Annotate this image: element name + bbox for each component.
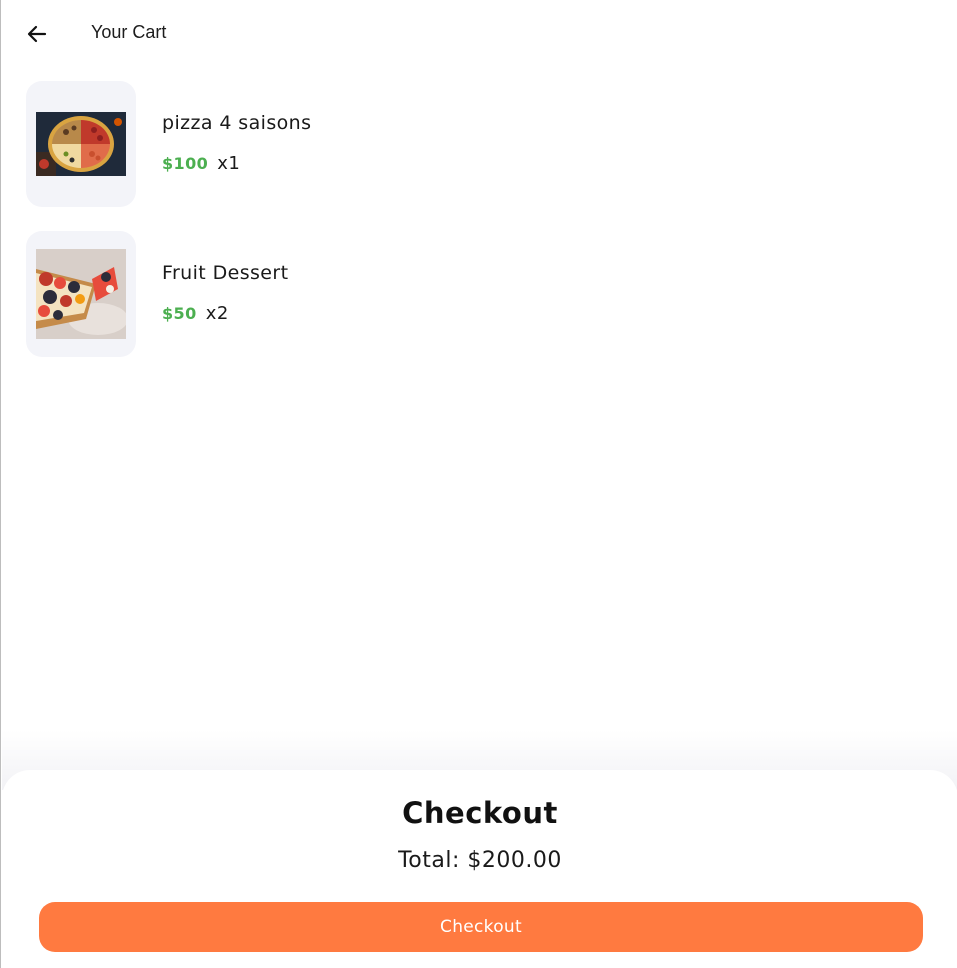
item-price: $50 [162,304,197,323]
checkout-heading: Checkout [402,796,558,830]
cart-item-pizza[interactable]: pizza 4 saisons $100 x1 [26,81,926,207]
app-bar: Your Cart [1,0,957,68]
fruit-tart-photo [36,249,126,339]
back-button[interactable] [17,16,57,52]
cart-screen: Your Cart pizza 4 saisons $100 x1 Fruit … [0,0,957,968]
checkout-total: Total: $200.00 [398,848,562,873]
item-quantity: x1 [217,153,241,174]
item-name: pizza 4 saisons [162,112,312,134]
checkout-button[interactable]: Checkout [39,902,923,952]
cart-item-dessert[interactable]: Fruit Dessert $50 x2 [26,231,926,357]
checkout-sheet: Checkout Total: $200.00 Checkout [2,770,957,968]
item-name: Fruit Dessert [162,262,289,284]
pizza-photo [36,112,126,176]
item-price: $100 [162,154,209,173]
item-thumbnail [26,231,136,357]
arrow-left-icon [27,25,47,43]
page-title: Your Cart [91,22,167,42]
item-thumbnail [26,81,136,207]
item-meta: $100 x1 [162,153,240,174]
item-meta: $50 x2 [162,303,229,324]
item-quantity: x2 [205,303,229,324]
cart-list: pizza 4 saisons $100 x1 Fruit Dessert $5… [26,81,926,381]
